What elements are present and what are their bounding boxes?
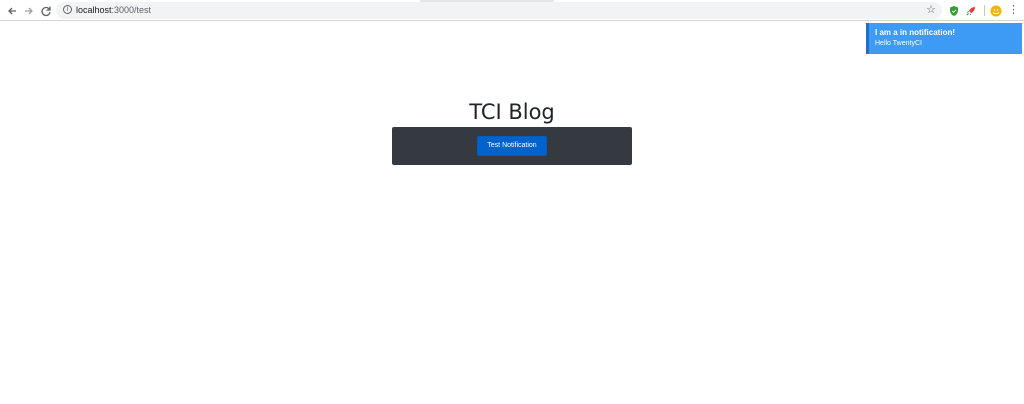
star-icon[interactable]: ☆ bbox=[925, 4, 937, 16]
reload-icon[interactable] bbox=[39, 4, 53, 18]
profile-avatar-icon[interactable] bbox=[990, 4, 1002, 17]
page-title: TCI Blog bbox=[469, 100, 555, 124]
notification-text: Hello TwentyCI bbox=[875, 40, 922, 47]
url-path: :3000/test bbox=[111, 5, 152, 15]
notification-title: I am a in notification! bbox=[875, 28, 956, 37]
forward-icon[interactable] bbox=[22, 4, 36, 18]
menu-icon[interactable]: ⋮ bbox=[1008, 4, 1019, 16]
toolbar-divider bbox=[984, 5, 985, 16]
notification-toast[interactable]: I am a in notification! Hello TwentyCI bbox=[866, 23, 1022, 54]
action-panel: Test Notification bbox=[392, 127, 632, 165]
shield-extension-icon[interactable] bbox=[948, 4, 960, 16]
info-icon[interactable]: i bbox=[63, 5, 72, 14]
rocket-extension-icon[interactable] bbox=[965, 4, 977, 16]
back-icon[interactable] bbox=[5, 4, 19, 18]
url-text[interactable]: localhost:3000/test bbox=[76, 4, 151, 17]
test-notification-button[interactable]: Test Notification bbox=[477, 136, 547, 156]
address-bar[interactable]: i localhost:3000/test bbox=[56, 2, 942, 19]
browser-toolbar: i localhost:3000/test ☆ ⋮ bbox=[0, 0, 1024, 21]
url-host: localhost bbox=[76, 5, 112, 15]
